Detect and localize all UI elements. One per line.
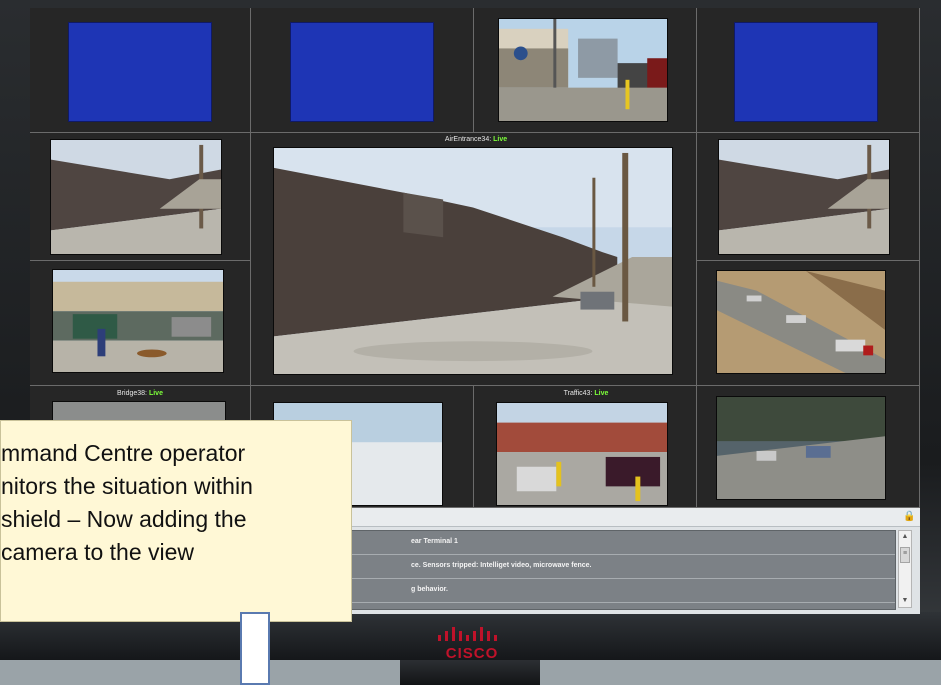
callout-line: camera to the view (1, 539, 195, 565)
camera-feed-highway[interactable] (716, 270, 886, 374)
camera-feed-street[interactable] (716, 396, 886, 500)
callout-line: shield – Now adding the (1, 506, 247, 532)
callout-line: nitors the situation within (1, 473, 253, 499)
camera-feed-blank[interactable] (734, 22, 878, 122)
event-scrollbar[interactable]: ▲ ≡ ▼ (898, 530, 912, 608)
callout-text: mmand Centre operator nitors the situati… (1, 437, 353, 569)
camera-label-bridge: Bridge38: Live (90, 390, 190, 397)
camera-name: Traffic43: (563, 390, 593, 397)
camera-feed-main[interactable] (273, 147, 673, 375)
camera-label-main: AirEntrance34: Live (416, 136, 536, 143)
callout-pointer (240, 612, 270, 685)
camera-feed-traffic[interactable] (496, 402, 668, 506)
camera-feed-fence-right[interactable] (718, 139, 890, 255)
annotation-callout: mmand Centre operator nitors the situati… (0, 420, 352, 622)
camera-feed-crowd[interactable] (52, 269, 224, 373)
callout-line: mmand Centre operator (1, 440, 246, 466)
lock-icon[interactable]: 🔒 (903, 511, 915, 522)
live-status: Live (493, 136, 508, 143)
camera-label-traffic: Traffic43: Live (536, 390, 636, 397)
camera-feed-checkpoint[interactable] (498, 18, 668, 122)
live-status: Live (594, 390, 609, 397)
scroll-thumb[interactable]: ≡ (900, 547, 910, 563)
camera-feed-fence-left[interactable] (50, 139, 222, 255)
live-status: Live (148, 390, 163, 397)
monitor-stand (400, 660, 540, 685)
camera-feed-blank[interactable] (290, 22, 434, 122)
cisco-logo: CISCO (445, 645, 499, 662)
camera-name: Bridge38: (117, 390, 147, 397)
scroll-down-icon[interactable]: ▼ (899, 595, 911, 607)
cisco-bars-icon (438, 627, 497, 641)
camera-name: AirEntrance34: (444, 136, 492, 143)
camera-feed-blank[interactable] (68, 22, 212, 122)
scroll-up-icon[interactable]: ▲ (899, 531, 911, 543)
